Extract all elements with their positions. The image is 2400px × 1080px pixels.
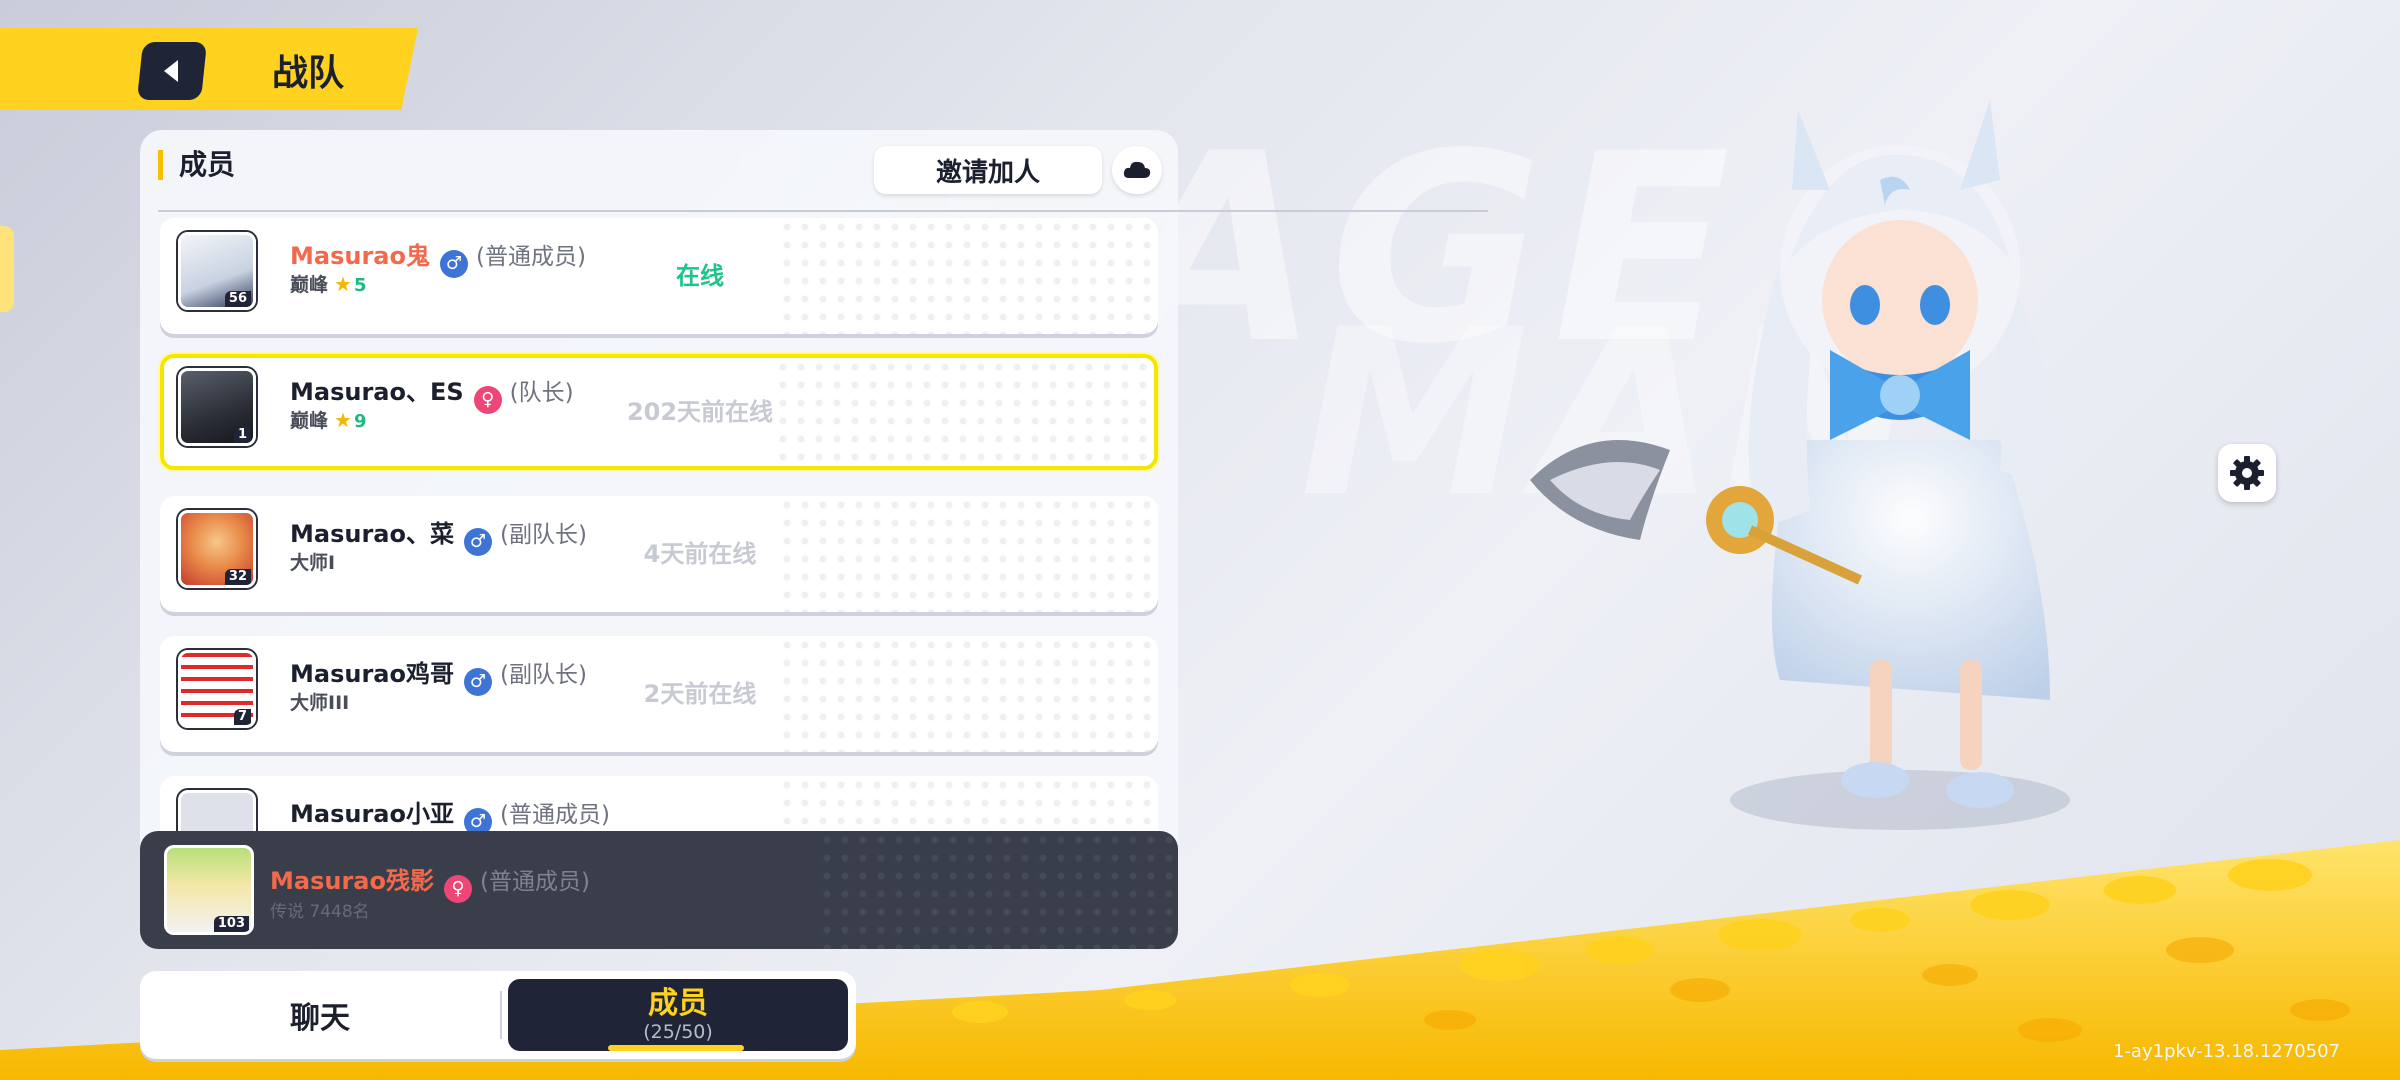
invite-button[interactable]: 邀请加人 <box>874 146 1102 194</box>
back-button[interactable] <box>136 42 208 100</box>
star-icon: ★ <box>334 272 352 296</box>
member-list[interactable]: 56 Masurao鬼 ♂ (普通成员) 巅峰 ★ 5 在线 1 Masurao、ES ♀… <box>140 216 1178 831</box>
avatar: 7 <box>178 650 256 728</box>
avatar: 32 <box>178 510 256 588</box>
avatar: 56 <box>178 232 256 310</box>
level-badge: 7 <box>233 709 251 725</box>
member-name: Masurao小亚 ♂ (普通成员) <box>290 794 610 831</box>
member-status: 4天前在线 <box>643 540 757 568</box>
version-text: 1-ay1pkv-13.18.1270507 <box>2112 1041 2340 1062</box>
member-row[interactable]: 56 Masurao鬼 ♂ (普通成员) 巅峰 ★ 5 在线 <box>160 218 1158 334</box>
star-icon: ★ <box>334 408 352 432</box>
active-tab-underline <box>608 1045 744 1051</box>
female-icon: ♀ <box>443 875 472 903</box>
male-icon: ♂ <box>463 808 492 831</box>
male-icon: ♂ <box>463 668 492 696</box>
member-status: 2天前在线 <box>643 680 757 708</box>
male-icon: ♂ <box>439 250 468 278</box>
member-rank: 巅峰 ★ 5 <box>290 272 367 296</box>
back-arrow-icon <box>164 60 178 82</box>
header-bar <box>0 28 418 110</box>
female-icon: ♀ <box>473 386 502 414</box>
level-badge: 1 <box>233 427 251 443</box>
tab-chat[interactable]: 聊天 <box>140 971 500 1059</box>
level-badge: 32 <box>224 569 251 585</box>
members-section-label: 成员 <box>158 150 235 180</box>
character-model[interactable] <box>1530 60 2150 860</box>
male-icon: ♂ <box>463 528 492 556</box>
cloud-icon <box>1123 161 1151 178</box>
level-badge: 56 <box>224 291 251 307</box>
member-row[interactable]: Masurao小亚 ♂ (普通成员) <box>160 776 1158 831</box>
gear-icon <box>2230 456 2264 490</box>
tab-members-count: (25/50) <box>643 1021 713 1043</box>
side-edge-tab[interactable] <box>0 226 14 312</box>
level-badge: 103 <box>213 916 249 932</box>
member-row[interactable]: 7 Masurao鸡哥 ♂ (副队长) 大师III 2天前在线 <box>160 636 1158 752</box>
member-status: 在线 <box>676 262 724 290</box>
self-member-row[interactable]: 103 Masurao残影 ♀ (普通成员) 传说 7448名 <box>140 831 1178 949</box>
page-title: 战队 <box>272 53 345 94</box>
settings-button[interactable] <box>2218 444 2276 502</box>
bottom-tab-bar: 聊天 成员 (25/50) <box>140 971 856 1059</box>
tab-separator <box>500 991 502 1039</box>
cloud-button[interactable] <box>1112 146 1162 194</box>
member-rank: 大师III <box>290 692 350 714</box>
self-avatar: 103 <box>164 845 254 935</box>
avatar <box>178 790 256 831</box>
tab-members[interactable]: 成员 (25/50) <box>508 979 848 1051</box>
header-divider <box>158 210 1488 212</box>
member-status: 202天前在线 <box>626 398 774 426</box>
tab-members-label: 成员 <box>648 986 708 1021</box>
member-row-selected[interactable]: 1 Masurao、ES ♀ (队长) 巅峰 ★ 9 202天前在线 <box>160 354 1158 470</box>
member-rank: 大师I <box>290 552 336 574</box>
avatar: 1 <box>178 368 256 446</box>
self-rank: 传说 7448名 <box>270 902 370 922</box>
member-row[interactable]: 32 Masurao、菜 ♂ (副队长) 大师I 4天前在线 <box>160 496 1158 612</box>
member-rank: 巅峰 ★ 9 <box>290 408 367 432</box>
